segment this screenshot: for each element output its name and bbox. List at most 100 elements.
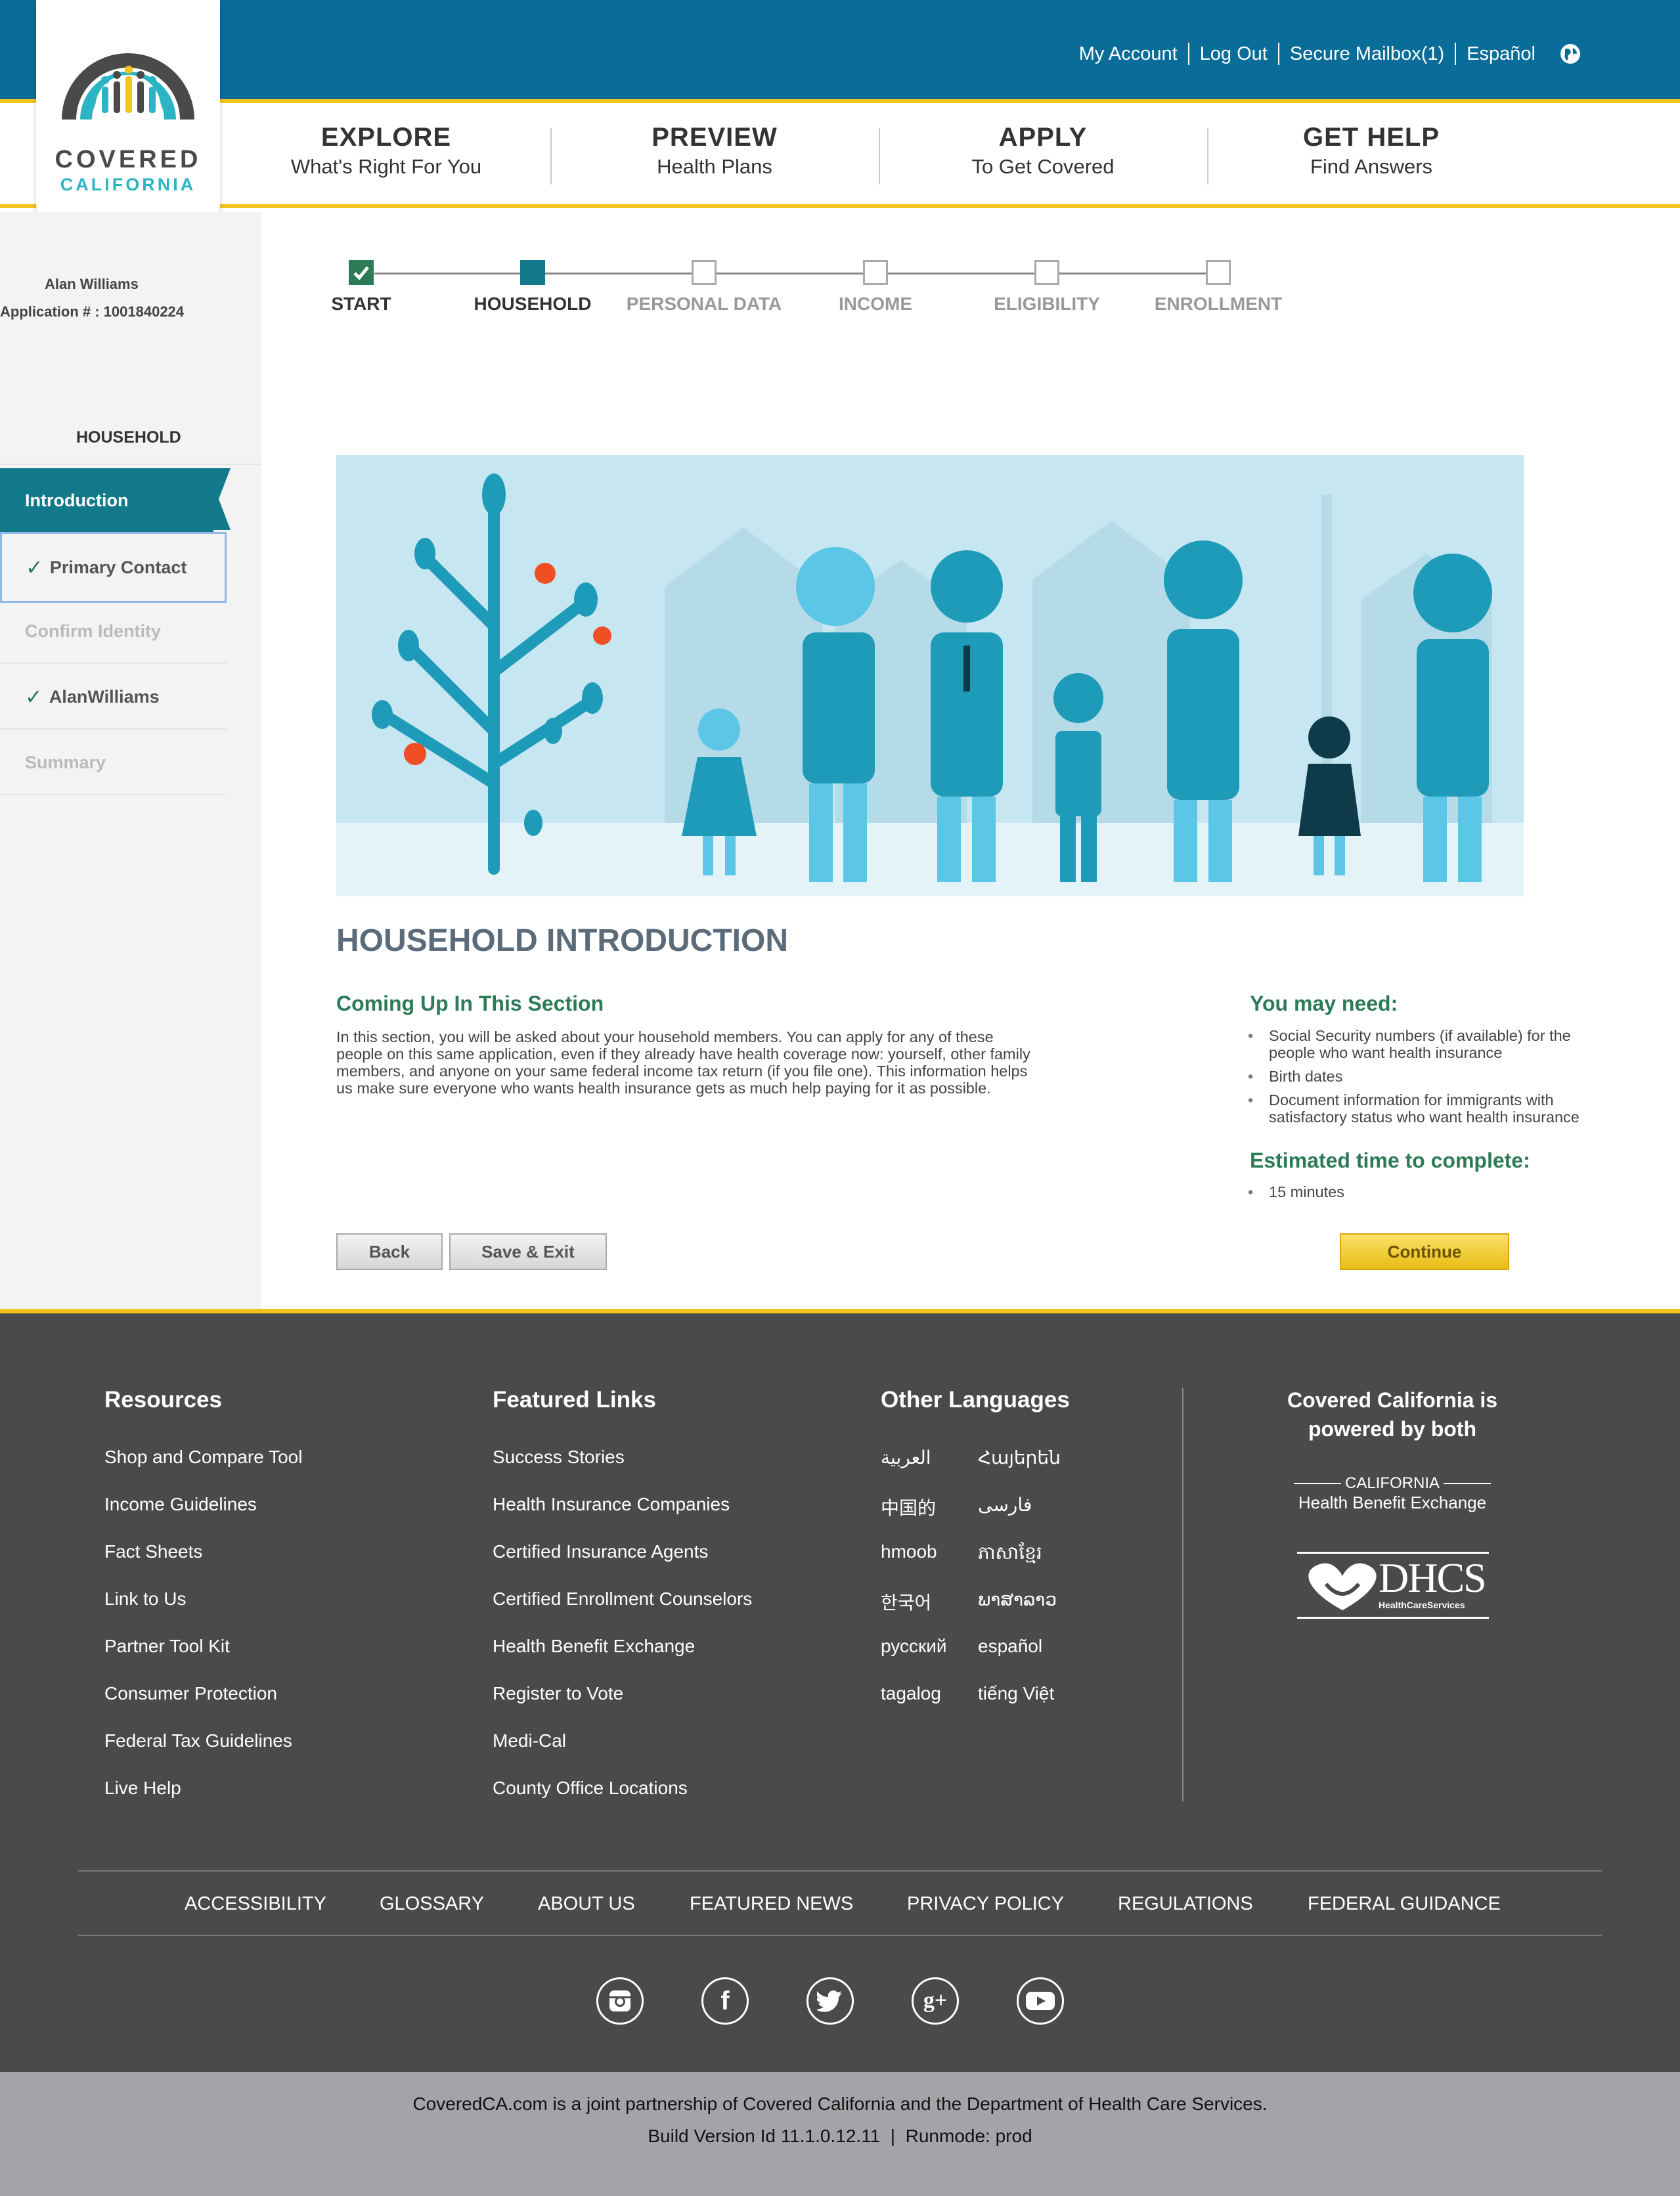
footer-link-consumer-protection[interactable]: Consumer Protection (104, 1683, 277, 1704)
instagram-icon[interactable] (596, 1977, 644, 2025)
progress-step-household-box (520, 260, 545, 285)
youtube-icon[interactable] (1017, 1977, 1064, 2025)
save-exit-button[interactable]: Save & Exit (449, 1233, 607, 1270)
logo-text-california: CALIFORNIA (60, 175, 196, 194)
footer-link-insurance-agents[interactable]: Certified Insurance Agents (493, 1541, 708, 1562)
language-link-armenian[interactable]: Հայերեն (978, 1447, 1061, 1468)
footer-link-health-benefit-exchange[interactable]: Health Benefit Exchange (493, 1636, 695, 1657)
footer-link-insurance-companies[interactable]: Health Insurance Companies (493, 1494, 730, 1515)
dhcs-logo[interactable]: DHCS HealthCareServices (1297, 1552, 1489, 1619)
footer-link-fact-sheets[interactable]: Fact Sheets (104, 1541, 202, 1562)
nav-preview[interactable]: PREVIEW Health Plans (550, 123, 879, 179)
dhcs-subtext: HealthCareServices (1379, 1600, 1465, 1610)
list-item-text: people who want health insurance (1269, 1044, 1503, 1061)
progress-step-income-label: INCOME (839, 294, 912, 314)
estimated-time-value: • 15 minutes (1248, 1183, 1344, 1200)
active-arrow-icon (213, 468, 231, 530)
featured-links-heading: Featured Links (493, 1387, 656, 1413)
application-number: Application # : 1001840224 (0, 303, 185, 320)
dhcs-text: DHCS (1379, 1554, 1487, 1601)
divider (0, 464, 261, 465)
footer-link-income-guidelines[interactable]: Income Guidelines (104, 1494, 257, 1515)
youtube-glyph (1026, 1992, 1055, 2010)
sidebar-item-label: AlanWilliams (49, 686, 160, 707)
footer-link-enrollment-counselors[interactable]: Certified Enrollment Counselors (493, 1589, 752, 1610)
sidebar-item-introduction[interactable]: Introduction (0, 468, 213, 533)
list-item-text: Birth dates (1269, 1068, 1343, 1085)
footer-rule (78, 1935, 1602, 1936)
footer-link-glossary[interactable]: GLOSSARY (380, 1893, 484, 1915)
section-heading: Coming Up In This Section (336, 992, 604, 1015)
nav-explore-subtitle: What's Right For You (290, 155, 482, 178)
nav-apply[interactable]: APPLY To Get Covered (879, 123, 1207, 179)
language-link-khmer[interactable]: ភាសាខ្មែរ (978, 1541, 1042, 1568)
nav-get-help-title: GET HELP (1302, 123, 1440, 152)
list-item: • Document information for immigrants wit… (1248, 1091, 1580, 1126)
footer-link-featured-news[interactable]: FEATURED NEWS (690, 1893, 853, 1915)
sidebar-item-alanwilliams[interactable]: ✓ AlanWilliams (0, 665, 227, 730)
globe-icon[interactable] (1559, 43, 1581, 65)
language-link-farsi[interactable]: فارسی (978, 1494, 1032, 1516)
footer-link-success-stories[interactable]: Success Stories (493, 1447, 625, 1468)
partner1-top-row: CALIFORNIA (1294, 1474, 1491, 1493)
check-icon: ✓ (25, 685, 43, 709)
footer-link-accessibility[interactable]: ACCESSIBILITY (185, 1893, 326, 1915)
check-icon: ✓ (26, 556, 43, 579)
footer-link-privacy-policy[interactable]: PRIVACY POLICY (907, 1893, 1064, 1915)
family-illustration (336, 455, 1524, 896)
health-benefit-exchange-logo[interactable]: CALIFORNIA Health Benefit Exchange (1294, 1474, 1491, 1513)
language-link-spanish[interactable]: español (978, 1636, 1042, 1657)
section-text-line: members, and anyone on your same federal… (336, 1063, 1028, 1080)
language-link-korean[interactable]: 한국어 (881, 1589, 931, 1615)
back-button[interactable]: Back (336, 1233, 443, 1270)
footer-link-federal-guidance[interactable]: FEDERAL GUIDANCE (1308, 1893, 1501, 1915)
footer-link-county-offices[interactable]: County Office Locations (493, 1778, 688, 1799)
footer-link-link-to-us[interactable]: Link to Us (104, 1589, 187, 1610)
continue-button[interactable]: Continue (1340, 1233, 1509, 1270)
language-link-hmong[interactable]: hmoob (881, 1541, 937, 1562)
other-languages-heading: Other Languages (881, 1387, 1070, 1413)
language-link-lao[interactable]: ພາສາລາວ (978, 1589, 1057, 1610)
partners-heading-line: Covered California is (1287, 1388, 1498, 1412)
rule (1294, 1483, 1341, 1484)
footer-link-about-us[interactable]: ABOUT US (538, 1893, 635, 1915)
log-out-link[interactable]: Log Out (1189, 43, 1279, 65)
nav-explore-title: EXPLORE (321, 123, 452, 152)
google-plus-glyph: g+ (923, 1988, 948, 2013)
language-link-chinese[interactable]: 中国的 (881, 1494, 936, 1520)
progress-step-eligibility-label: ELIGIBILITY (994, 294, 1100, 314)
nav-explore[interactable]: EXPLORE What's Right For You (222, 123, 550, 179)
language-link-russian[interactable]: русский (881, 1636, 946, 1657)
you-may-need-list: • Social Security numbers (if available) … (1248, 1027, 1616, 1126)
footer-link-register-to-vote[interactable]: Register to Vote (493, 1683, 623, 1704)
footer-rule (78, 1870, 1602, 1872)
secure-mailbox-link[interactable]: Secure Mailbox(1) (1279, 43, 1457, 65)
progress-step-eligibility-box (1034, 260, 1059, 285)
language-link-arabic[interactable]: العربية (881, 1447, 931, 1468)
footer-link-medi-cal[interactable]: Medi-Cal (493, 1730, 566, 1751)
facebook-glyph: f (720, 1986, 730, 2015)
covered-california-logo[interactable]: COVERED CALIFORNIA (36, 0, 220, 230)
partner1-bottom-text: Health Benefit Exchange (1298, 1493, 1487, 1512)
footer-link-federal-tax[interactable]: Federal Tax Guidelines (104, 1730, 292, 1751)
espanol-link[interactable]: Español (1456, 43, 1546, 65)
nav-get-help[interactable]: GET HELP Find Answers (1207, 123, 1536, 179)
nav-get-help-subtitle: Find Answers (1310, 155, 1433, 178)
my-account-link[interactable]: My Account (1069, 43, 1189, 65)
footer-link-partner-tool-kit[interactable]: Partner Tool Kit (104, 1636, 230, 1657)
google-plus-icon[interactable]: g+ (912, 1977, 959, 2025)
main-navigation: EXPLORE What's Right For You PREVIEW Hea… (0, 103, 1680, 208)
language-link-tagalog[interactable]: tagalog (881, 1683, 941, 1704)
section-text-line: In this section, you will be asked about… (336, 1028, 994, 1045)
language-link-vietnamese[interactable]: tiếng Việt (978, 1683, 1054, 1704)
footer-link-regulations[interactable]: REGULATIONS (1118, 1893, 1253, 1915)
twitter-glyph (817, 1990, 842, 2012)
sidebar-item-primary-contact[interactable]: ✓ Primary Contact (0, 532, 227, 603)
footer-link-shop-compare[interactable]: Shop and Compare Tool (104, 1447, 302, 1468)
sidebar-item-label: Confirm Identity (25, 621, 161, 641)
footer-link-live-help[interactable]: Live Help (104, 1778, 181, 1799)
logo-arch-icon (62, 53, 194, 130)
twitter-icon[interactable] (807, 1977, 854, 2025)
facebook-icon[interactable]: f (701, 1977, 749, 2025)
progress-step-personal-data-box (692, 260, 717, 285)
